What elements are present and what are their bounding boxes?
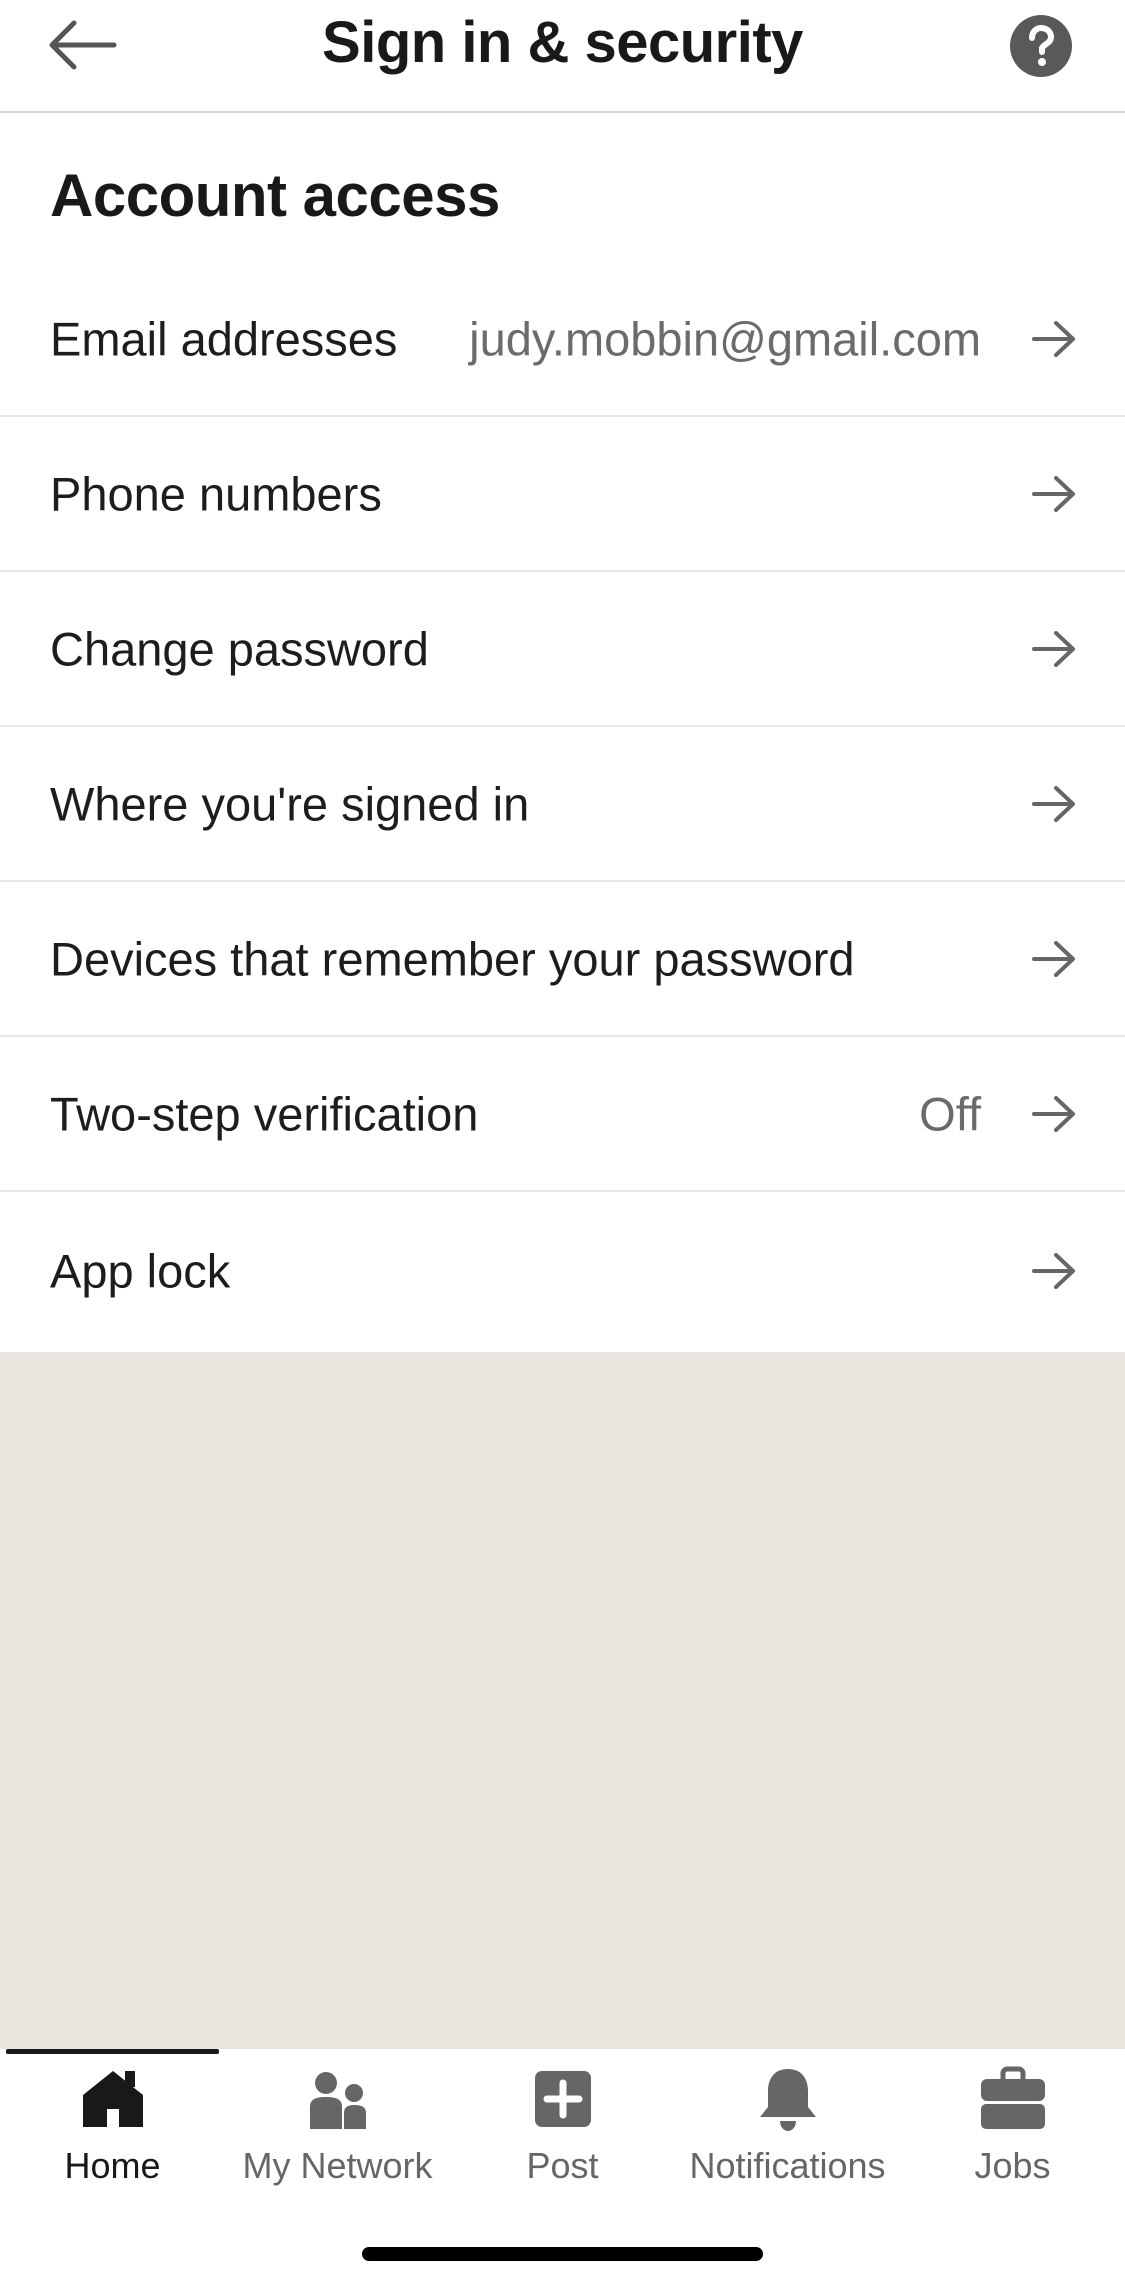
tab-label: Post (526, 2145, 599, 2186)
email-addresses-row[interactable]: Email addresses judy.mobbin@gmail.com (0, 262, 1125, 417)
tab-label: My Network (242, 2145, 433, 2186)
change-password-row[interactable]: Change password (0, 572, 1125, 727)
tab-home[interactable]: Home (0, 2063, 225, 2213)
row-label: Phone numbers (50, 467, 382, 520)
two-step-verification-row[interactable]: Two-step verification Off (0, 1037, 1125, 1192)
row-label: Where you're signed in (50, 777, 530, 830)
active-tab-indicator (6, 2049, 219, 2054)
plus-square-icon (534, 2071, 591, 2127)
row-label: Devices that remember your password (50, 932, 855, 985)
tab-notifications[interactable]: Notifications (675, 2063, 900, 2213)
empty-background-area (0, 1352, 1125, 2049)
row-label: App lock (50, 1244, 231, 1297)
question-circle-icon[interactable] (1010, 15, 1072, 77)
briefcase-icon (980, 2066, 1045, 2129)
people-icon (309, 2072, 366, 2129)
arrow-right-icon (1032, 320, 1075, 357)
row-label: Email addresses (50, 312, 398, 365)
arrow-right-icon (1032, 475, 1075, 512)
home-indicator[interactable] (362, 2247, 763, 2261)
arrow-right-icon (1032, 1252, 1075, 1289)
row-label: Two-step verification (50, 1087, 479, 1140)
settings-list: Email addresses judy.mobbin@gmail.com Ph… (0, 262, 1125, 1349)
section-title: Account access (50, 162, 500, 229)
bell-icon (759, 2069, 816, 2131)
page-title: Sign in & security (322, 10, 803, 75)
arrow-right-icon (1032, 630, 1075, 667)
arrow-right-icon (1032, 785, 1075, 822)
remembered-devices-row[interactable]: Devices that remember your password (0, 882, 1125, 1037)
tab-label: Jobs (974, 2145, 1051, 2186)
tab-label: Home (64, 2145, 161, 2186)
tab-jobs[interactable]: Jobs (900, 2063, 1125, 2213)
arrow-right-icon (1032, 940, 1075, 977)
phone-numbers-row[interactable]: Phone numbers (0, 417, 1125, 572)
tab-label: Notifications (689, 2145, 886, 2186)
row-value: Off (919, 1087, 981, 1140)
app-lock-row[interactable]: App lock (0, 1192, 1125, 1349)
row-label: Change password (50, 622, 429, 675)
where-signed-in-row[interactable]: Where you're signed in (0, 727, 1125, 882)
arrow-right-icon (1032, 1095, 1075, 1132)
home-icon (82, 2071, 143, 2127)
tab-my-network[interactable]: My Network (225, 2063, 450, 2213)
row-value: judy.mobbin@gmail.com (469, 312, 981, 365)
tab-post[interactable]: Post (450, 2063, 675, 2213)
top-app-bar: Sign in & security (0, 0, 1125, 113)
